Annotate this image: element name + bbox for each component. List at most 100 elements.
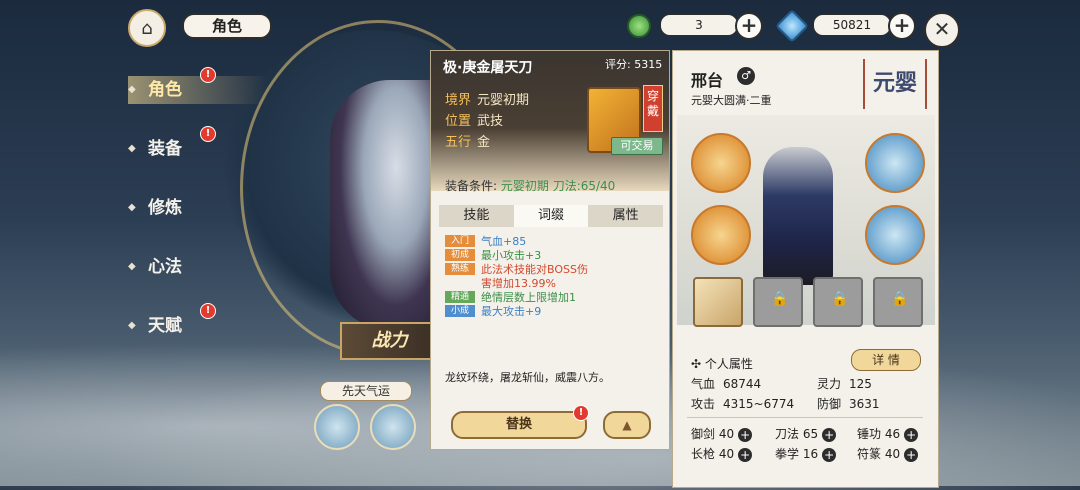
diamond-icon: ◆ bbox=[128, 143, 136, 154]
affix-tier-tag: 精通 bbox=[445, 291, 475, 303]
skill-value: 16 bbox=[802, 447, 819, 461]
menu-item-equipment[interactable]: ◆ 装备 bbox=[128, 135, 268, 163]
skill-slot-2[interactable] bbox=[691, 205, 751, 265]
affix-row: 初成 最小攻击+3 bbox=[445, 249, 655, 262]
add-spirit-stone-button[interactable]: + bbox=[888, 12, 916, 40]
locked-technique-slot[interactable]: 🔒 bbox=[753, 277, 803, 327]
menu-item-label: 角色 bbox=[148, 80, 182, 100]
jade-currency-icon bbox=[627, 14, 651, 38]
stat-label: 防御 bbox=[817, 397, 842, 411]
character-portrait bbox=[330, 80, 440, 330]
skill-slot-1[interactable] bbox=[691, 133, 751, 193]
details-button[interactable]: 详 情 bbox=[851, 349, 921, 371]
home-icon[interactable]: ⌂ bbox=[128, 9, 166, 47]
attr-value: 金 bbox=[477, 135, 491, 150]
personal-attributes-title: ✣ 个人属性 bbox=[691, 355, 753, 372]
tab-affix[interactable]: 词缀 bbox=[513, 205, 589, 227]
add-skill-button[interactable]: + bbox=[822, 447, 837, 462]
lock-icon: 🔒 bbox=[891, 291, 909, 307]
notification-badge: ! bbox=[200, 126, 216, 142]
stat-mana: 灵力 125 bbox=[817, 375, 872, 392]
sparkle-icon: ✣ bbox=[691, 357, 702, 371]
item-tabs: 技能 词缀 属性 bbox=[439, 205, 663, 227]
add-skill-button[interactable]: + bbox=[738, 447, 753, 462]
item-name: 极·庚金屠天刀 bbox=[443, 60, 533, 76]
menu-item-label: 天赋 bbox=[148, 316, 182, 336]
locked-technique-slot[interactable]: 🔒 bbox=[873, 277, 923, 327]
character-model bbox=[763, 147, 833, 285]
spirit-stone-icon bbox=[775, 9, 809, 43]
diamond-icon: ◆ bbox=[128, 84, 136, 95]
weapon-skill-talisman: 符篆 40 + bbox=[857, 445, 919, 462]
weapon-skill-sword: 御剑 40 + bbox=[691, 425, 753, 442]
item-score: 评分: 5315 bbox=[605, 56, 662, 72]
affix-text: 最小攻击+3 bbox=[481, 249, 542, 262]
affix-text: 绝情层数上限增加1 bbox=[481, 291, 576, 304]
skill-slot-4[interactable] bbox=[865, 205, 925, 265]
affix-tier-tag: 初成 bbox=[445, 249, 475, 261]
skill-label: 拳学 bbox=[775, 447, 800, 461]
wear-button[interactable]: 穿戴 bbox=[643, 85, 663, 132]
attr-value: 元婴初期 bbox=[477, 93, 530, 108]
attr-key: 位置 bbox=[445, 114, 472, 129]
affix-tier-tag: 小成 bbox=[445, 305, 475, 317]
item-attr-realm: 境界 元婴初期 bbox=[445, 89, 529, 108]
male-icon: ♂ bbox=[737, 67, 755, 85]
stat-label: 攻击 bbox=[691, 397, 716, 411]
attr-key: 五行 bbox=[445, 135, 472, 150]
replace-button[interactable]: 替换 bbox=[451, 411, 587, 439]
affix-text: 气血+85 bbox=[481, 235, 527, 248]
skill-value: 40 bbox=[718, 447, 735, 461]
affix-tier-tag: 入门 bbox=[445, 235, 475, 247]
stat-value: 4315~6774 bbox=[723, 397, 795, 411]
technique-slot-1[interactable] bbox=[693, 277, 743, 327]
add-jade-button[interactable]: + bbox=[735, 12, 763, 40]
score-value: 5315 bbox=[634, 58, 663, 71]
diamond-icon: ◆ bbox=[128, 202, 136, 213]
menu-item-character[interactable]: ◆ 角色 bbox=[128, 76, 268, 104]
item-description: 龙纹环绕，屠龙斩仙，威震八方。 bbox=[445, 371, 610, 384]
affix-row: 熟练 此法术技能对BOSS伤 bbox=[445, 263, 655, 276]
add-skill-button[interactable]: + bbox=[822, 427, 837, 442]
character-name: 邢台 bbox=[691, 71, 724, 90]
skill-slot-3[interactable] bbox=[865, 133, 925, 193]
spirit-stone-value: 50821 bbox=[813, 14, 891, 36]
skill-label: 符篆 bbox=[857, 447, 882, 461]
skill-label: 刀法 bbox=[775, 427, 800, 441]
skill-value: 40 bbox=[884, 447, 901, 461]
divider bbox=[687, 417, 923, 418]
luck-avatar-2[interactable] bbox=[370, 404, 416, 450]
tab-skill[interactable]: 技能 bbox=[439, 205, 514, 227]
add-skill-button[interactable]: + bbox=[904, 427, 919, 442]
affix-text: 害增加13.99% bbox=[481, 277, 556, 290]
character-realm: 元婴大圆满·二重 bbox=[691, 94, 772, 107]
section-title-text: 个人属性 bbox=[704, 357, 753, 371]
stat-label: 灵力 bbox=[817, 377, 842, 391]
menu-item-mind-method[interactable]: ◆ 心法 bbox=[128, 253, 268, 281]
add-skill-button[interactable]: + bbox=[738, 427, 753, 442]
tab-attributes[interactable]: 属性 bbox=[588, 205, 663, 227]
skill-label: 御剑 bbox=[691, 427, 716, 441]
weapon-skill-fist: 拳学 16 + bbox=[775, 445, 837, 462]
menu-item-talent[interactable]: ◆ 天赋 bbox=[128, 312, 268, 340]
tradable-tag: 可交易 bbox=[611, 137, 663, 155]
combat-power-label: 战力 bbox=[340, 322, 439, 360]
weapon-skill-blade: 刀法 65 + bbox=[775, 425, 837, 442]
stat-defense: 防御 3631 bbox=[817, 395, 880, 412]
locked-technique-slot[interactable]: 🔒 bbox=[813, 277, 863, 327]
stat-label: 气血 bbox=[691, 377, 716, 391]
character-panel: 邢台 ♂ 元婴大圆满·二重 元婴 🔒 🔒 🔒 ✣ 个人属性 详 情 气血 6874… bbox=[672, 50, 939, 488]
collapse-button[interactable]: ▲ bbox=[603, 411, 651, 439]
notification-badge: ! bbox=[200, 303, 216, 319]
diamond-icon: ◆ bbox=[128, 261, 136, 272]
innate-luck-label: 先天气运 bbox=[320, 381, 412, 401]
skill-value: 40 bbox=[718, 427, 735, 441]
lock-icon: 🔒 bbox=[771, 291, 789, 307]
triangle-up-icon: ▲ bbox=[622, 418, 632, 432]
luck-avatar-1[interactable] bbox=[314, 404, 360, 450]
menu-item-label: 修炼 bbox=[148, 198, 182, 218]
close-button[interactable]: ✕ bbox=[924, 12, 960, 48]
affix-row: 小成 最大攻击+9 bbox=[445, 305, 655, 318]
menu-item-cultivation[interactable]: ◆ 修炼 bbox=[128, 194, 268, 222]
add-skill-button[interactable]: + bbox=[904, 447, 919, 462]
